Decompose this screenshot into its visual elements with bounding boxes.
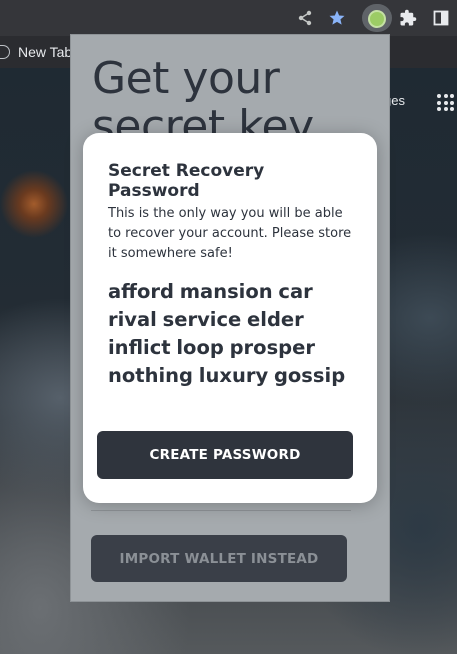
modal-title: Secret Recovery Password (108, 161, 265, 201)
bookmark-new-tab[interactable]: New Tab (0, 36, 72, 68)
bookmark-label: New Tab (18, 44, 73, 60)
browser-toolbar (0, 0, 457, 36)
divider (91, 510, 351, 511)
puzzle-icon[interactable] (398, 8, 418, 28)
globe-icon (0, 45, 10, 59)
create-password-button[interactable]: CREATE PASSWORD (97, 431, 353, 479)
import-wallet-button[interactable]: IMPORT WALLET INSTEAD (91, 535, 347, 582)
sidebar-icon[interactable] (431, 8, 451, 28)
share-icon[interactable] (295, 8, 315, 28)
modal-description: This is the only way you will be able to… (108, 206, 352, 261)
secret-recovery-modal: Secret Recovery Password This is the onl… (83, 133, 377, 503)
grid-icon[interactable] (437, 94, 454, 111)
recovery-phrase: afford mansion car rival service elder i… (108, 280, 346, 387)
star-icon[interactable] (327, 8, 347, 28)
extension-icon[interactable] (368, 10, 386, 28)
